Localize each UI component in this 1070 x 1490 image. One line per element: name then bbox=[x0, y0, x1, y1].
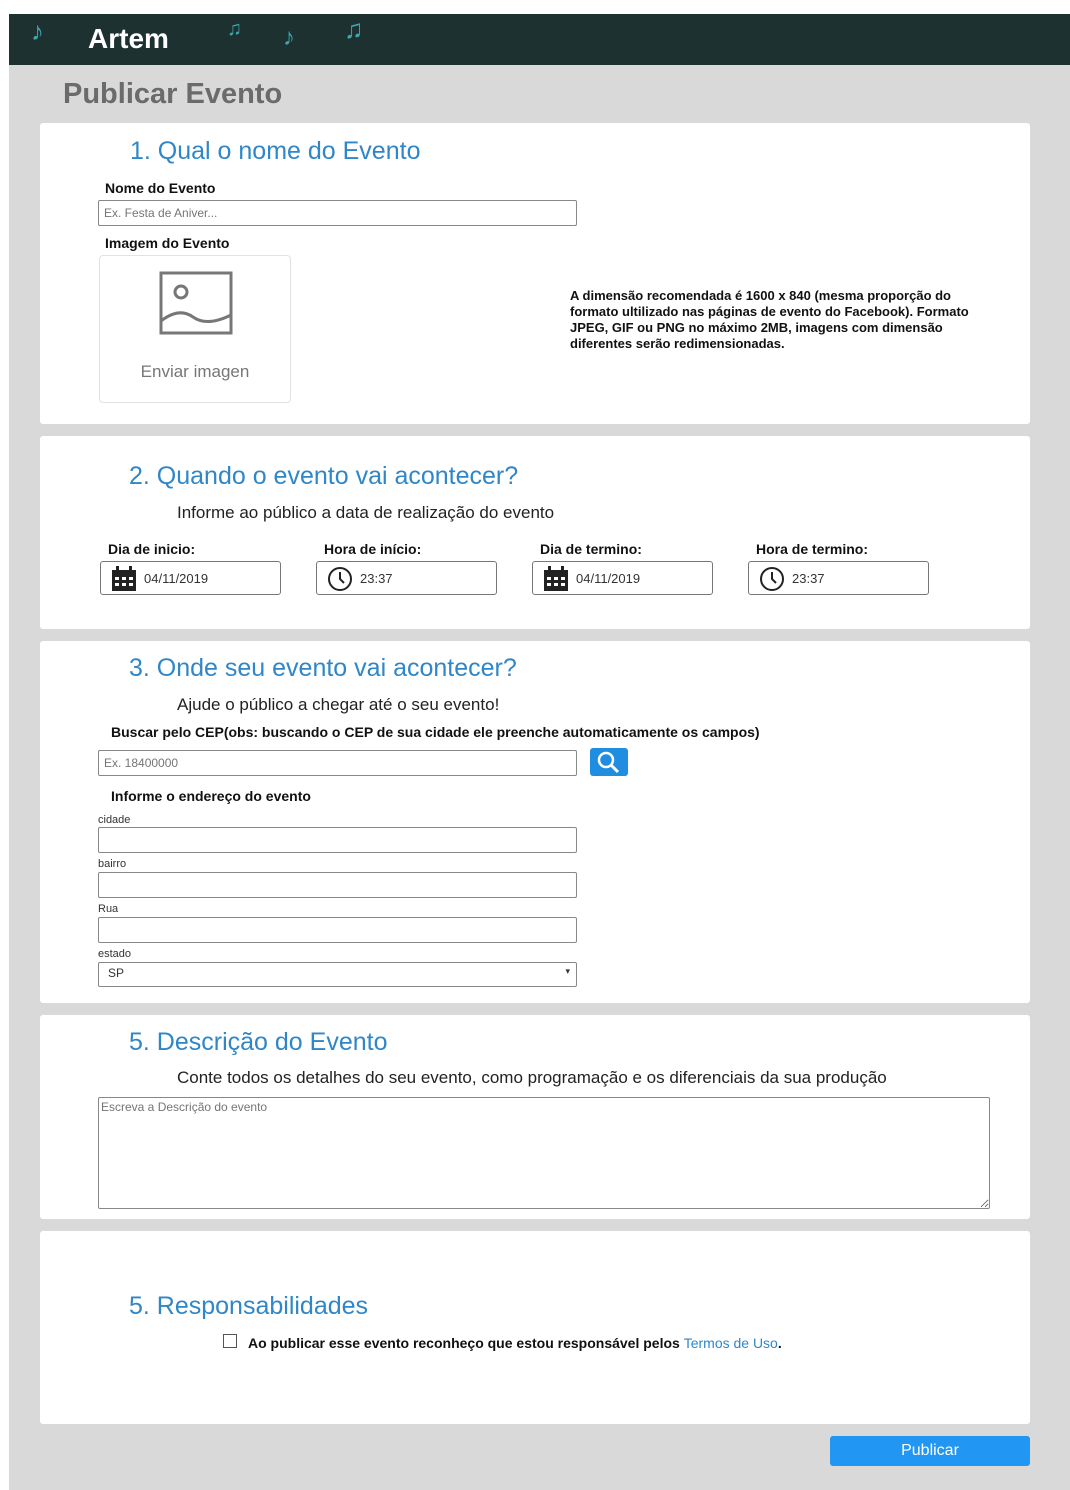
responsibilities-card: 5. Responsabilidades Ao publicar esse ev… bbox=[40, 1231, 1030, 1424]
dropdown-arrow-icon: ▾ bbox=[565, 966, 570, 976]
search-icon bbox=[597, 751, 620, 774]
event-name-input[interactable] bbox=[98, 200, 577, 226]
upload-image-label: Enviar imagen bbox=[140, 362, 250, 381]
city-label: cidade bbox=[98, 814, 131, 826]
section-title: 5. Descrição do Evento bbox=[129, 1028, 388, 1056]
street-input[interactable] bbox=[98, 917, 577, 943]
image-info-text: A dimensão recomendada é 1600 x 840 (mes… bbox=[570, 288, 969, 351]
music-note-icon: ♫ bbox=[227, 18, 242, 40]
event-location-card: 3. Onde seu evento vai acontecer? Ajude … bbox=[40, 641, 1030, 1003]
end-date-input[interactable]: 04/11/2019 bbox=[532, 561, 713, 595]
section-title: 5. Responsabilidades bbox=[129, 1292, 369, 1320]
calendar-icon bbox=[112, 566, 136, 591]
music-note-icon: ♫ bbox=[344, 14, 364, 44]
section-subtitle: Ajude o público a chegar até o seu event… bbox=[177, 695, 500, 714]
clock-icon bbox=[760, 567, 784, 591]
publish-button[interactable]: Publicar bbox=[830, 1436, 1030, 1466]
section-title: 2. Quando o evento vai acontecer? bbox=[129, 462, 519, 490]
end-date-value: 04/11/2019 bbox=[576, 571, 641, 586]
section-title: 1. Qual o nome do Evento bbox=[130, 137, 421, 165]
event-image-label: Imagem do Evento bbox=[105, 235, 230, 251]
cep-search-button[interactable] bbox=[590, 748, 628, 776]
start-time-label: Hora de início: bbox=[324, 541, 422, 557]
image-placeholder-icon bbox=[159, 271, 233, 335]
page-title: Publicar Evento bbox=[63, 78, 283, 110]
terms-link[interactable]: Termos de Uso bbox=[684, 1335, 778, 1351]
end-time-input[interactable]: 23:37 bbox=[748, 561, 929, 595]
music-note-icon: ♪ bbox=[283, 24, 295, 51]
section-subtitle: Conte todos os detalhes do seu evento, c… bbox=[177, 1068, 887, 1087]
event-name-label: Nome do Evento bbox=[105, 180, 216, 196]
music-note-icon: ♪ bbox=[31, 16, 44, 46]
event-date-card: 2. Quando o evento vai acontecer? Inform… bbox=[40, 436, 1030, 629]
terms-checkbox[interactable] bbox=[223, 1334, 237, 1348]
terms-text: Ao publicar esse evento reconheço que es… bbox=[248, 1335, 782, 1351]
cep-input[interactable] bbox=[98, 750, 577, 776]
event-description-card: 5. Descrição do Evento Conte todos os de… bbox=[40, 1015, 1030, 1219]
description-textarea[interactable] bbox=[98, 1097, 990, 1209]
start-date-value: 04/11/2019 bbox=[144, 571, 209, 586]
end-date-label: Dia de termino: bbox=[540, 541, 642, 557]
end-time-label: Hora de termino: bbox=[756, 541, 869, 557]
state-selected-value: SP bbox=[108, 966, 125, 980]
event-name-card: 1. Qual o nome do Evento Nome do Evento … bbox=[40, 123, 1030, 424]
end-time-value: 23:37 bbox=[792, 571, 825, 586]
district-input[interactable] bbox=[98, 872, 577, 898]
start-date-label: Dia de inicio: bbox=[108, 541, 196, 557]
start-time-input[interactable]: 23:37 bbox=[316, 561, 497, 595]
top-navbar: ♪ Artem ♫ ♪ ♫ bbox=[9, 14, 1070, 65]
district-label: bairro bbox=[98, 858, 127, 870]
image-upload-box[interactable]: Enviar imagen bbox=[99, 255, 291, 403]
state-select[interactable]: SP ▾ bbox=[98, 962, 577, 987]
brand-logo[interactable]: Artem bbox=[88, 23, 169, 55]
state-label: estado bbox=[98, 948, 132, 960]
calendar-icon bbox=[544, 566, 568, 591]
start-time-value: 23:37 bbox=[360, 571, 393, 586]
cep-label: Buscar pelo CEP(obs: buscando o CEP de s… bbox=[111, 724, 760, 740]
section-title: 3. Onde seu evento vai acontecer? bbox=[129, 654, 517, 682]
terms-end: . bbox=[777, 1335, 782, 1351]
terms-statement: Ao publicar esse evento reconheço que es… bbox=[248, 1335, 680, 1351]
street-label: Rua bbox=[98, 903, 119, 915]
address-label: Informe o endereço do evento bbox=[111, 788, 311, 804]
page-background: ♪ Artem ♫ ♪ ♫ Publicar Evento 1. Qual o … bbox=[9, 14, 1070, 1490]
start-date-input[interactable]: 04/11/2019 bbox=[100, 561, 281, 595]
section-subtitle: Informe ao público a data de realização … bbox=[177, 503, 555, 522]
clock-icon bbox=[328, 567, 352, 591]
city-input[interactable] bbox=[98, 827, 577, 853]
